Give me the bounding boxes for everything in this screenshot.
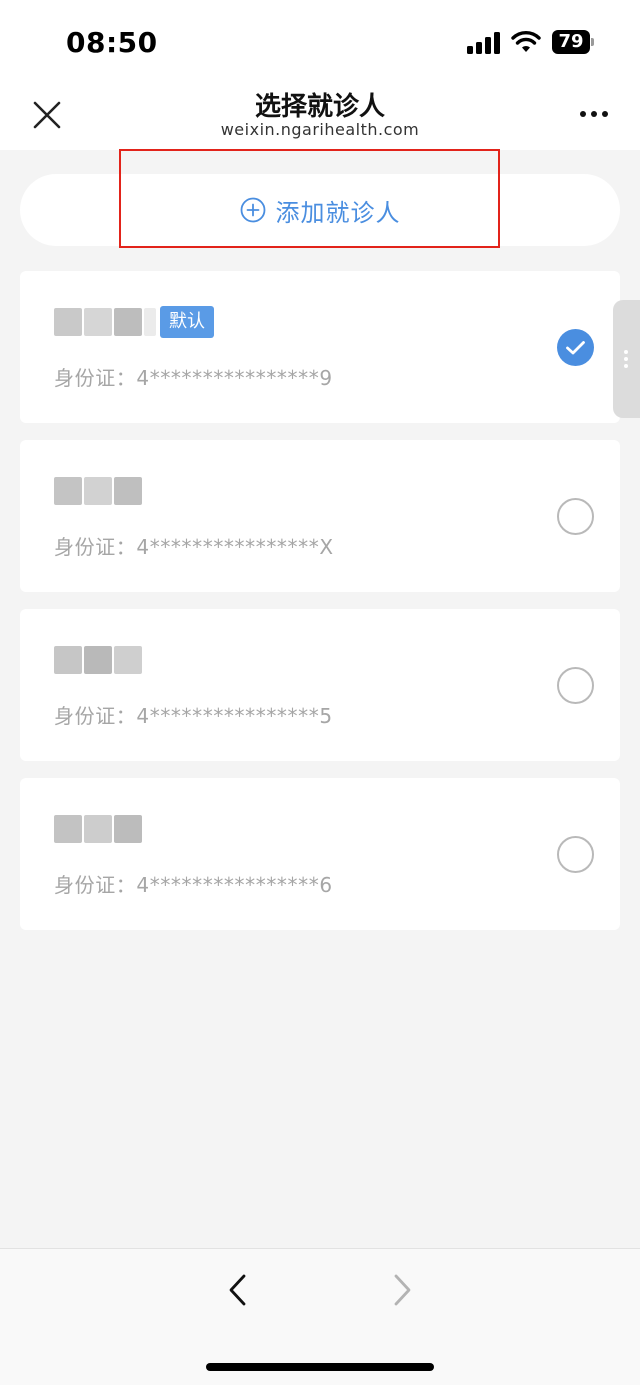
- battery-level: 79: [552, 30, 590, 54]
- home-indicator: [206, 1363, 434, 1371]
- unselected-radio[interactable]: [557, 667, 594, 704]
- patient-id: 身份证：4****************9: [54, 366, 333, 390]
- chevron-right-icon[interactable]: [382, 1269, 422, 1311]
- patient-name-redacted: [54, 646, 142, 674]
- status-time: 08:50: [66, 26, 158, 59]
- patient-card[interactable]: 身份证：4****************6: [20, 778, 620, 930]
- unselected-radio[interactable]: [557, 498, 594, 535]
- patient-id: 身份证：4****************X: [54, 535, 334, 559]
- default-badge: 默认: [160, 306, 214, 338]
- add-patient-button[interactable]: 添加就诊人: [20, 174, 620, 246]
- patient-card[interactable]: 身份证：4****************5: [20, 609, 620, 761]
- plus-circle-icon: [240, 197, 265, 223]
- nav-header: 选择就诊人 weixin.ngarihealth.com: [0, 80, 640, 150]
- bottom-nav-bar: [0, 1248, 640, 1385]
- check-icon: [566, 341, 585, 355]
- patient-id: 身份证：4****************5: [54, 704, 333, 728]
- wifi-icon: [511, 31, 541, 52]
- patient-card[interactable]: 身份证：4****************X: [20, 440, 620, 592]
- page-domain: weixin.ngarihealth.com: [220, 120, 420, 139]
- status-bar: 08:50 79: [0, 0, 640, 80]
- cellular-signal-icon: [467, 32, 501, 54]
- battery-icon: 79: [552, 30, 594, 54]
- floating-side-handle[interactable]: [613, 300, 640, 418]
- patient-id: 身份证：4****************6: [54, 873, 333, 897]
- page-title: 选择就诊人: [254, 92, 385, 122]
- patient-name-redacted: [54, 815, 142, 843]
- add-patient-label: 添加就诊人: [275, 198, 401, 227]
- patient-name-redacted: [54, 308, 156, 336]
- more-dots-icon[interactable]: [572, 98, 616, 128]
- patient-card[interactable]: 默认 身份证：4****************9: [20, 271, 620, 423]
- patient-name-redacted: [54, 477, 142, 505]
- selected-radio[interactable]: [557, 329, 594, 366]
- unselected-radio[interactable]: [557, 836, 594, 873]
- chevron-left-icon[interactable]: [218, 1269, 258, 1311]
